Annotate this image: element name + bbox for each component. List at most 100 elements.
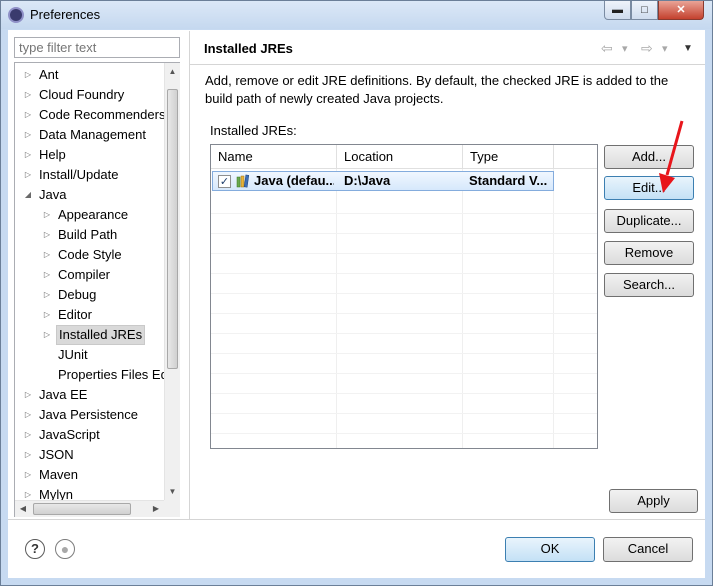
collapsed-arrow-icon[interactable]: ▷ xyxy=(23,425,33,445)
remove-jre-button[interactable]: Remove xyxy=(604,241,694,265)
collapsed-arrow-icon[interactable]: ▷ xyxy=(42,245,52,265)
tree-item[interactable]: ▷ Maven xyxy=(15,465,164,485)
duplicate-jre-button[interactable]: Duplicate... xyxy=(604,209,694,233)
scroll-right-arrow-icon[interactable]: ▶ xyxy=(148,501,164,517)
tree-item-label: Cloud Foundry xyxy=(39,87,125,102)
collapsed-arrow-icon[interactable]: ▷ xyxy=(42,305,52,325)
tree-item[interactable]: ▷ Installed JREs xyxy=(15,325,164,345)
collapsed-arrow-icon[interactable]: ▷ xyxy=(23,125,33,145)
tree-item[interactable]: ▷ Java Persistence xyxy=(15,405,164,425)
tree-item[interactable]: Properties Files Ed xyxy=(15,365,168,385)
tree-item-label: Build Path xyxy=(58,227,118,242)
page-title: Installed JREs xyxy=(204,41,293,56)
eclipse-app-icon xyxy=(8,7,24,23)
collapsed-arrow-icon[interactable]: ▷ xyxy=(42,285,52,305)
maximize-button[interactable]: □ xyxy=(631,1,658,20)
back-dropdown-icon[interactable]: ▾ xyxy=(622,42,628,55)
jre-checkbox[interactable]: ✓ xyxy=(218,175,231,188)
row-line xyxy=(211,373,597,374)
collapsed-arrow-icon[interactable]: ▷ xyxy=(23,405,33,425)
collapsed-arrow-icon[interactable]: ▷ xyxy=(42,205,52,225)
row-line xyxy=(211,393,597,394)
tree-item-label: JavaScript xyxy=(39,427,100,442)
tree-item[interactable]: ▷ Java EE xyxy=(15,385,164,405)
column-header-type[interactable]: Type xyxy=(463,145,554,169)
row-line xyxy=(211,313,597,314)
tree-item[interactable]: ▷ Data Management xyxy=(15,125,164,145)
jre-table[interactable]: Name Location Type ✓ Java (defau... D:\J… xyxy=(210,144,598,449)
scroll-thumb[interactable] xyxy=(167,89,178,369)
collapsed-arrow-icon[interactable]: ▷ xyxy=(42,265,52,285)
collapsed-arrow-icon[interactable]: ▷ xyxy=(23,65,33,85)
minimize-button[interactable]: ▬ xyxy=(604,1,631,20)
search-jre-button[interactable]: Search... xyxy=(604,273,694,297)
tree-item[interactable]: ▷ Ant xyxy=(15,65,164,85)
back-arrow-icon[interactable]: ⇦ xyxy=(601,40,613,57)
tree-item-label: Maven xyxy=(39,467,79,482)
preference-tree[interactable]: ▷ Ant ▷ Cloud Foundry ▷ Code Recommenders ▷ Dat… xyxy=(14,62,180,517)
scroll-up-arrow-icon[interactable]: ▲ xyxy=(165,63,180,80)
filter-input[interactable] xyxy=(14,37,180,58)
installed-jres-label: Installed JREs: xyxy=(210,123,297,138)
collapsed-arrow-icon[interactable]: ▷ xyxy=(23,105,33,125)
collapsed-arrow-icon[interactable]: ▷ xyxy=(23,465,33,485)
column-header-filler xyxy=(554,145,597,169)
tree-item-label: Installed JREs xyxy=(56,325,146,345)
tree-item[interactable]: ▷ Code Style xyxy=(15,245,164,265)
tree-item-label: Help xyxy=(39,147,66,162)
tree-item[interactable]: ▷ Cloud Foundry xyxy=(15,85,164,105)
tree-item-label: Data Management xyxy=(39,127,146,142)
collapsed-arrow-icon[interactable]: ▷ xyxy=(42,325,52,345)
row-line xyxy=(211,213,597,214)
tree-item-label: Java xyxy=(39,187,67,202)
collapsed-arrow-icon[interactable]: ▷ xyxy=(42,225,52,245)
tree-item[interactable]: JUnit xyxy=(15,345,164,365)
tree-horizontal-scrollbar[interactable]: ◀ ▶ xyxy=(15,500,164,517)
tree-item-label: JSON xyxy=(39,447,74,462)
tree-item[interactable]: ▷ Debug xyxy=(15,285,164,305)
tree-item-label: Debug xyxy=(58,287,97,302)
tree-item[interactable]: ▷ Build Path xyxy=(15,225,164,245)
collapsed-arrow-icon[interactable]: ▷ xyxy=(23,145,33,165)
collapsed-arrow-icon[interactable]: ▷ xyxy=(23,165,33,185)
tree-item[interactable]: ▷ Code Recommenders xyxy=(15,105,166,125)
view-menu-icon[interactable]: ▼ xyxy=(683,43,693,54)
tree-item[interactable]: ▷ Editor xyxy=(15,305,164,325)
column-header-location[interactable]: Location xyxy=(337,145,463,169)
annotation-arrow-icon xyxy=(659,120,684,193)
tree-item[interactable]: ▷ JSON xyxy=(15,445,164,465)
row-line xyxy=(211,413,597,414)
row-line xyxy=(211,253,597,254)
tree-item[interactable]: ◢ Java xyxy=(15,185,164,205)
apply-button[interactable]: Apply xyxy=(609,489,698,513)
column-header-name[interactable]: Name xyxy=(211,145,337,169)
tree-item-label: Appearance xyxy=(58,207,129,222)
forward-arrow-icon[interactable]: ⇨ xyxy=(641,40,653,57)
tree-item[interactable]: ▷ Appearance xyxy=(15,205,164,225)
tree-item[interactable]: ▷ Compiler xyxy=(15,265,164,285)
collapsed-arrow-icon[interactable]: ▷ xyxy=(23,385,33,405)
tree-item-label: Java EE xyxy=(39,387,88,402)
ok-button[interactable]: OK xyxy=(505,537,595,562)
forward-dropdown-icon[interactable]: ▾ xyxy=(662,42,668,55)
tree-item-label: Compiler xyxy=(58,267,111,282)
tree-item[interactable]: ▷ JavaScript xyxy=(15,425,164,445)
help-icon[interactable]: ? xyxy=(25,539,45,559)
expanded-arrow-icon[interactable]: ◢ xyxy=(23,185,33,205)
collapsed-arrow-icon[interactable]: ▷ xyxy=(23,85,33,105)
tree-item-label: Code Style xyxy=(58,247,122,262)
tree-item-label: Code Recommenders xyxy=(39,107,166,122)
tree-item[interactable]: ▷ Install/Update xyxy=(15,165,164,185)
scroll-corner xyxy=(164,500,180,517)
import-export-icon[interactable]: ● xyxy=(55,539,75,559)
row-line xyxy=(211,353,597,354)
close-window-button[interactable]: ✕ xyxy=(658,1,704,20)
cancel-button[interactable]: Cancel xyxy=(603,537,693,562)
column-divider xyxy=(462,169,463,448)
collapsed-arrow-icon[interactable]: ▷ xyxy=(23,445,33,465)
scroll-down-arrow-icon[interactable]: ▼ xyxy=(165,483,180,500)
tree-item[interactable]: ▷ Help xyxy=(15,145,164,165)
scroll-left-arrow-icon[interactable]: ◀ xyxy=(15,501,31,517)
tree-vertical-scrollbar[interactable]: ▲ ▼ xyxy=(164,63,180,500)
hscroll-thumb[interactable] xyxy=(33,503,131,515)
